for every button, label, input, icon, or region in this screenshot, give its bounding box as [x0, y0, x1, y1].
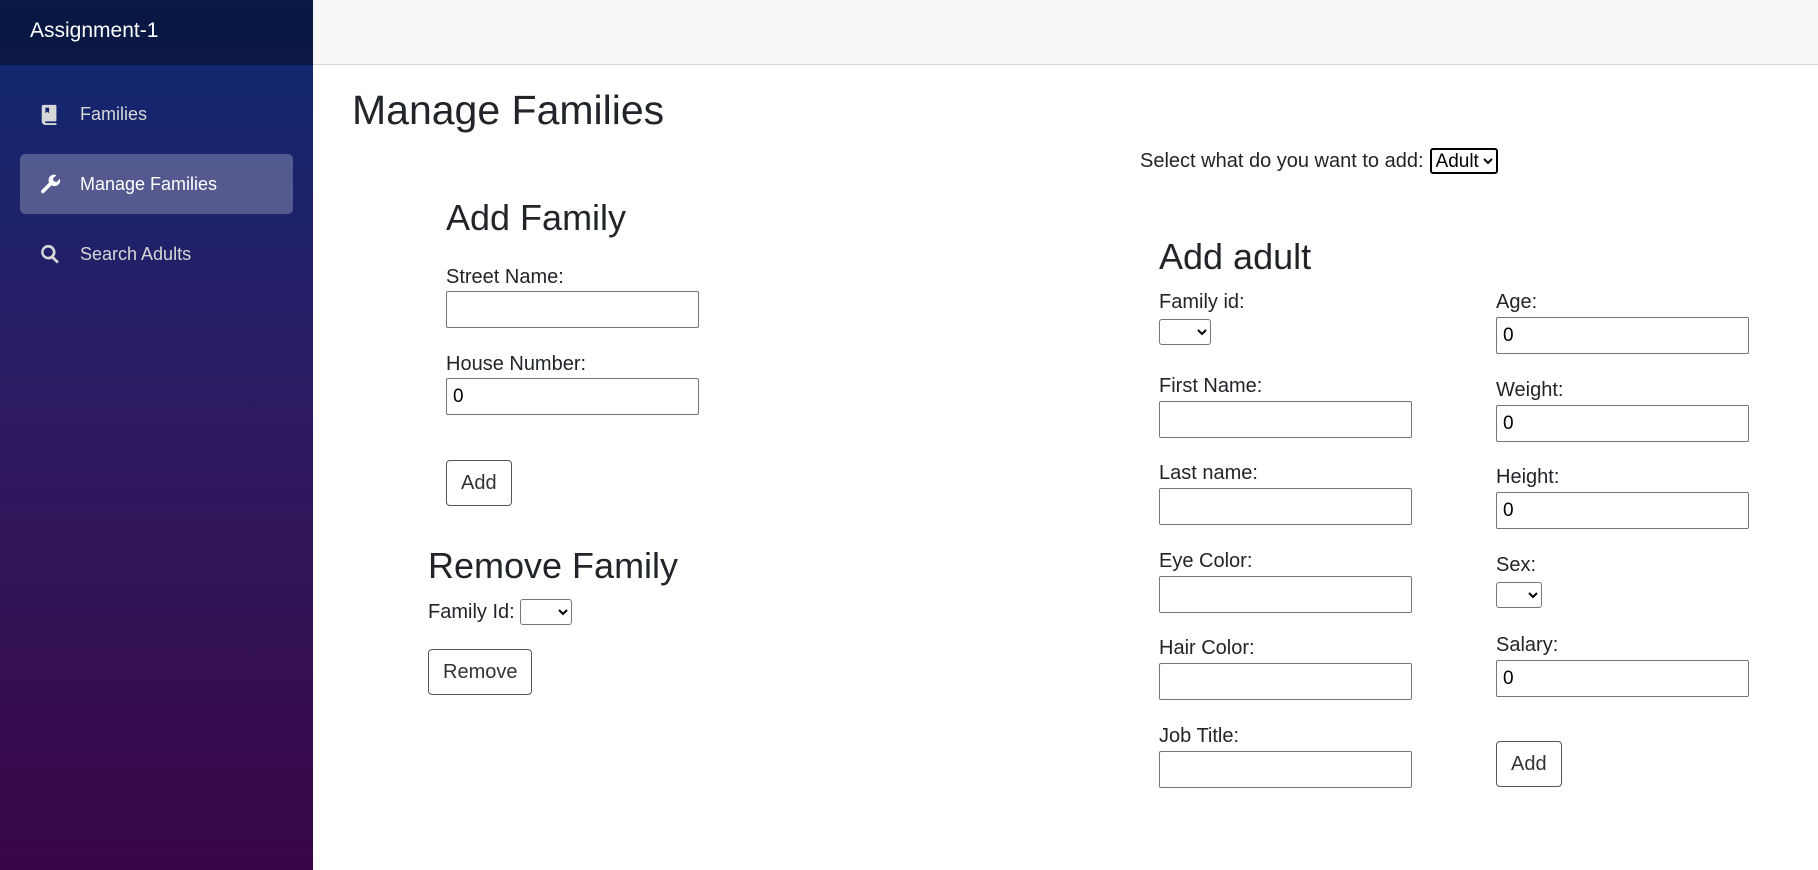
top-bar: [313, 0, 1818, 65]
street-name-input[interactable]: [446, 291, 699, 328]
street-name-label: Street Name:: [446, 266, 564, 288]
last-name-input[interactable]: [1159, 488, 1412, 525]
remove-family-button[interactable]: Remove: [428, 649, 533, 695]
age-label: Age:: [1496, 291, 1538, 313]
first-name-label: First Name:: [1159, 375, 1263, 397]
house-number-label: House Number:: [446, 353, 587, 375]
remove-family-title: Remove Family: [428, 545, 679, 586]
remove-family-id-label: Family Id:: [428, 601, 515, 623]
age-input[interactable]: [1496, 317, 1749, 354]
first-name-input[interactable]: [1159, 401, 1412, 438]
sidebar: Assignment-1 Families Manage Families Se…: [0, 0, 313, 870]
add-adult-button[interactable]: Add: [1496, 741, 1562, 787]
book-icon: [39, 103, 61, 125]
remove-family-id-select[interactable]: [520, 599, 572, 625]
sidebar-item-families[interactable]: Families: [20, 84, 293, 144]
sex-label: Sex:: [1496, 554, 1537, 576]
last-name-label: Last name:: [1159, 462, 1258, 484]
weight-label: Weight:: [1496, 379, 1564, 401]
add-type-row: Select what do you want to add: Adult: [1140, 148, 1498, 174]
sex-select[interactable]: [1496, 582, 1542, 608]
sidebar-nav: Families Manage Families Search Adults: [0, 84, 313, 284]
family-id-select[interactable]: [1159, 319, 1211, 345]
page-title: Manage Families: [352, 87, 665, 133]
add-adult-title: Add adult: [1159, 236, 1312, 277]
salary-input[interactable]: [1496, 660, 1749, 697]
sidebar-item-label: Families: [80, 103, 148, 124]
add-family-title: Add Family: [446, 197, 627, 238]
search-icon: [39, 243, 61, 265]
job-title-input[interactable]: [1159, 751, 1412, 788]
sidebar-item-search-adults[interactable]: Search Adults: [20, 224, 293, 284]
family-id-label: Family id:: [1159, 291, 1245, 313]
weight-input[interactable]: [1496, 405, 1749, 442]
add-type-label: Select what do you want to add:: [1140, 149, 1424, 172]
job-title-label: Job Title:: [1159, 725, 1240, 747]
add-type-select[interactable]: Adult: [1429, 148, 1498, 174]
app-brand[interactable]: Assignment-1: [0, 0, 313, 65]
sidebar-item-label: Manage Families: [80, 173, 218, 194]
eye-color-label: Eye Color:: [1159, 550, 1253, 572]
salary-label: Salary:: [1496, 634, 1559, 656]
sidebar-item-manage-families[interactable]: Manage Families: [20, 154, 293, 214]
height-input[interactable]: [1496, 492, 1749, 529]
hair-color-input[interactable]: [1159, 663, 1412, 700]
wrench-icon: [39, 173, 61, 195]
eye-color-input[interactable]: [1159, 576, 1412, 613]
height-label: Height:: [1496, 466, 1560, 488]
add-family-button[interactable]: Add: [446, 460, 512, 506]
hair-color-label: Hair Color:: [1159, 637, 1255, 659]
house-number-input[interactable]: [446, 378, 699, 415]
sidebar-item-label: Search Adults: [80, 243, 192, 264]
